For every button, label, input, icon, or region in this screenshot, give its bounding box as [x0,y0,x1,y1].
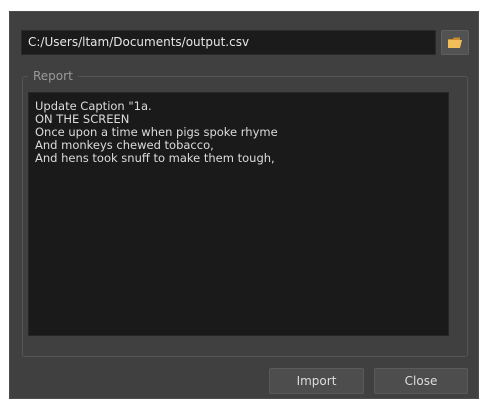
import-button[interactable]: Import [269,368,364,394]
export-report-dialog: C:/Users/ltam/Documents/output.csv Repor… [9,11,479,399]
file-path-field[interactable]: C:/Users/ltam/Documents/output.csv [21,30,436,55]
report-text-area[interactable]: Update Caption "1a. ON THE SCREEN Once u… [28,92,449,336]
browse-button[interactable] [441,30,469,55]
folder-icon [448,37,462,48]
report-label: Report [28,68,78,84]
close-button[interactable]: Close [374,368,468,394]
